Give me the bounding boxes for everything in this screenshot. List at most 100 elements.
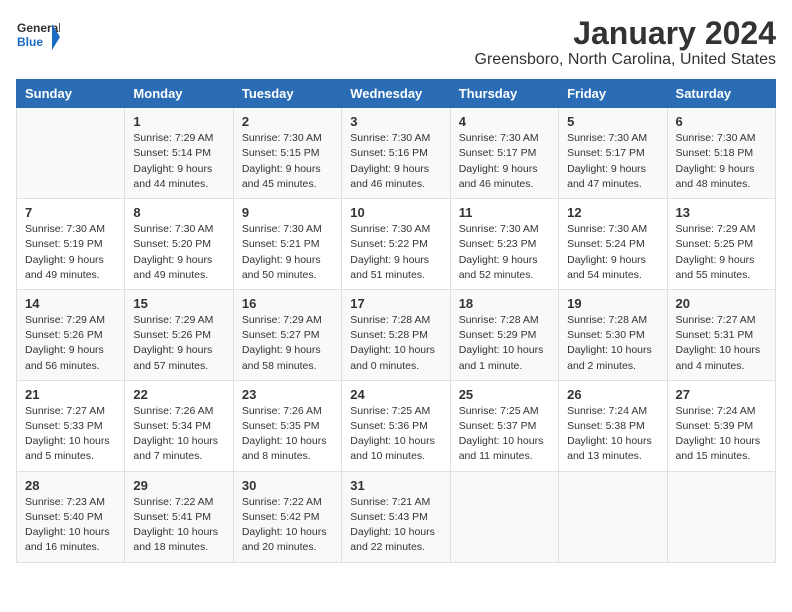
day-info: Sunrise: 7:25 AMSunset: 5:37 PMDaylight:…: [459, 404, 550, 465]
day-info: Sunrise: 7:30 AMSunset: 5:21 PMDaylight:…: [242, 222, 333, 283]
calendar-cell: 17 Sunrise: 7:28 AMSunset: 5:28 PMDaylig…: [342, 289, 450, 380]
day-info: Sunrise: 7:23 AMSunset: 5:40 PMDaylight:…: [25, 495, 116, 556]
calendar-cell: 12 Sunrise: 7:30 AMSunset: 5:24 PMDaylig…: [559, 199, 667, 290]
calendar-cell: 10 Sunrise: 7:30 AMSunset: 5:22 PMDaylig…: [342, 199, 450, 290]
day-info: Sunrise: 7:24 AMSunset: 5:39 PMDaylight:…: [676, 404, 767, 465]
day-number: 7: [25, 205, 116, 220]
calendar-body: 1 Sunrise: 7:29 AMSunset: 5:14 PMDayligh…: [17, 108, 776, 562]
day-number: 19: [567, 296, 658, 311]
day-number: 22: [133, 387, 224, 402]
calendar-cell: 5 Sunrise: 7:30 AMSunset: 5:17 PMDayligh…: [559, 108, 667, 199]
calendar-cell: 25 Sunrise: 7:25 AMSunset: 5:37 PMDaylig…: [450, 380, 558, 471]
day-number: 1: [133, 114, 224, 129]
calendar-cell: 26 Sunrise: 7:24 AMSunset: 5:38 PMDaylig…: [559, 380, 667, 471]
header-sunday: Sunday: [17, 80, 125, 108]
day-number: 15: [133, 296, 224, 311]
calendar-table: Sunday Monday Tuesday Wednesday Thursday…: [16, 79, 776, 562]
day-number: 23: [242, 387, 333, 402]
day-number: 2: [242, 114, 333, 129]
day-info: Sunrise: 7:29 AMSunset: 5:27 PMDaylight:…: [242, 313, 333, 374]
day-info: Sunrise: 7:21 AMSunset: 5:43 PMDaylight:…: [350, 495, 441, 556]
calendar-cell: 3 Sunrise: 7:30 AMSunset: 5:16 PMDayligh…: [342, 108, 450, 199]
calendar-cell: 27 Sunrise: 7:24 AMSunset: 5:39 PMDaylig…: [667, 380, 775, 471]
day-info: Sunrise: 7:28 AMSunset: 5:28 PMDaylight:…: [350, 313, 441, 374]
calendar-cell: 16 Sunrise: 7:29 AMSunset: 5:27 PMDaylig…: [233, 289, 341, 380]
day-number: 3: [350, 114, 441, 129]
calendar-cell: 30 Sunrise: 7:22 AMSunset: 5:42 PMDaylig…: [233, 471, 341, 562]
calendar-cell: 8 Sunrise: 7:30 AMSunset: 5:20 PMDayligh…: [125, 199, 233, 290]
day-info: Sunrise: 7:30 AMSunset: 5:22 PMDaylight:…: [350, 222, 441, 283]
calendar-cell: 22 Sunrise: 7:26 AMSunset: 5:34 PMDaylig…: [125, 380, 233, 471]
day-number: 24: [350, 387, 441, 402]
day-number: 16: [242, 296, 333, 311]
day-number: 6: [676, 114, 767, 129]
day-info: Sunrise: 7:26 AMSunset: 5:35 PMDaylight:…: [242, 404, 333, 465]
calendar-cell: 15 Sunrise: 7:29 AMSunset: 5:26 PMDaylig…: [125, 289, 233, 380]
day-info: Sunrise: 7:30 AMSunset: 5:19 PMDaylight:…: [25, 222, 116, 283]
day-number: 25: [459, 387, 550, 402]
day-info: Sunrise: 7:27 AMSunset: 5:33 PMDaylight:…: [25, 404, 116, 465]
day-number: 29: [133, 478, 224, 493]
calendar-cell: 14 Sunrise: 7:29 AMSunset: 5:26 PMDaylig…: [17, 289, 125, 380]
calendar-header: Sunday Monday Tuesday Wednesday Thursday…: [17, 80, 776, 108]
day-info: Sunrise: 7:25 AMSunset: 5:36 PMDaylight:…: [350, 404, 441, 465]
calendar-cell: 21 Sunrise: 7:27 AMSunset: 5:33 PMDaylig…: [17, 380, 125, 471]
calendar-cell: 13 Sunrise: 7:29 AMSunset: 5:25 PMDaylig…: [667, 199, 775, 290]
day-number: 14: [25, 296, 116, 311]
day-info: Sunrise: 7:26 AMSunset: 5:34 PMDaylight:…: [133, 404, 224, 465]
svg-text:Blue: Blue: [17, 35, 43, 49]
day-info: Sunrise: 7:29 AMSunset: 5:14 PMDaylight:…: [133, 131, 224, 192]
day-info: Sunrise: 7:30 AMSunset: 5:18 PMDaylight:…: [676, 131, 767, 192]
day-number: 4: [459, 114, 550, 129]
header-tuesday: Tuesday: [233, 80, 341, 108]
calendar-cell: [667, 471, 775, 562]
calendar-week-row: 21 Sunrise: 7:27 AMSunset: 5:33 PMDaylig…: [17, 380, 776, 471]
calendar-title: January 2024: [475, 16, 776, 51]
day-info: Sunrise: 7:22 AMSunset: 5:42 PMDaylight:…: [242, 495, 333, 556]
header-thursday: Thursday: [450, 80, 558, 108]
day-number: 18: [459, 296, 550, 311]
page-header: General Blue January 2024 Greensboro, No…: [16, 16, 776, 69]
day-info: Sunrise: 7:30 AMSunset: 5:20 PMDaylight:…: [133, 222, 224, 283]
calendar-cell: 11 Sunrise: 7:30 AMSunset: 5:23 PMDaylig…: [450, 199, 558, 290]
day-number: 17: [350, 296, 441, 311]
calendar-cell: [559, 471, 667, 562]
day-number: 21: [25, 387, 116, 402]
day-number: 20: [676, 296, 767, 311]
calendar-week-row: 1 Sunrise: 7:29 AMSunset: 5:14 PMDayligh…: [17, 108, 776, 199]
calendar-week-row: 14 Sunrise: 7:29 AMSunset: 5:26 PMDaylig…: [17, 289, 776, 380]
calendar-cell: 9 Sunrise: 7:30 AMSunset: 5:21 PMDayligh…: [233, 199, 341, 290]
calendar-cell: 7 Sunrise: 7:30 AMSunset: 5:19 PMDayligh…: [17, 199, 125, 290]
day-number: 10: [350, 205, 441, 220]
calendar-cell: [450, 471, 558, 562]
day-info: Sunrise: 7:29 AMSunset: 5:25 PMDaylight:…: [676, 222, 767, 283]
calendar-cell: 4 Sunrise: 7:30 AMSunset: 5:17 PMDayligh…: [450, 108, 558, 199]
day-number: 28: [25, 478, 116, 493]
day-info: Sunrise: 7:30 AMSunset: 5:17 PMDaylight:…: [567, 131, 658, 192]
day-number: 30: [242, 478, 333, 493]
day-info: Sunrise: 7:22 AMSunset: 5:41 PMDaylight:…: [133, 495, 224, 556]
header-friday: Friday: [559, 80, 667, 108]
calendar-week-row: 7 Sunrise: 7:30 AMSunset: 5:19 PMDayligh…: [17, 199, 776, 290]
day-info: Sunrise: 7:30 AMSunset: 5:15 PMDaylight:…: [242, 131, 333, 192]
day-number: 5: [567, 114, 658, 129]
logo-svg: General Blue: [16, 16, 60, 58]
day-info: Sunrise: 7:29 AMSunset: 5:26 PMDaylight:…: [133, 313, 224, 374]
day-info: Sunrise: 7:30 AMSunset: 5:24 PMDaylight:…: [567, 222, 658, 283]
calendar-cell: 18 Sunrise: 7:28 AMSunset: 5:29 PMDaylig…: [450, 289, 558, 380]
day-number: 12: [567, 205, 658, 220]
calendar-cell: 1 Sunrise: 7:29 AMSunset: 5:14 PMDayligh…: [125, 108, 233, 199]
calendar-cell: 31 Sunrise: 7:21 AMSunset: 5:43 PMDaylig…: [342, 471, 450, 562]
header-saturday: Saturday: [667, 80, 775, 108]
calendar-cell: 28 Sunrise: 7:23 AMSunset: 5:40 PMDaylig…: [17, 471, 125, 562]
day-info: Sunrise: 7:28 AMSunset: 5:30 PMDaylight:…: [567, 313, 658, 374]
calendar-cell: 29 Sunrise: 7:22 AMSunset: 5:41 PMDaylig…: [125, 471, 233, 562]
day-number: 26: [567, 387, 658, 402]
calendar-cell: 24 Sunrise: 7:25 AMSunset: 5:36 PMDaylig…: [342, 380, 450, 471]
logo: General Blue: [16, 16, 60, 58]
day-info: Sunrise: 7:24 AMSunset: 5:38 PMDaylight:…: [567, 404, 658, 465]
header-wednesday: Wednesday: [342, 80, 450, 108]
calendar-week-row: 28 Sunrise: 7:23 AMSunset: 5:40 PMDaylig…: [17, 471, 776, 562]
day-number: 31: [350, 478, 441, 493]
calendar-cell: [17, 108, 125, 199]
